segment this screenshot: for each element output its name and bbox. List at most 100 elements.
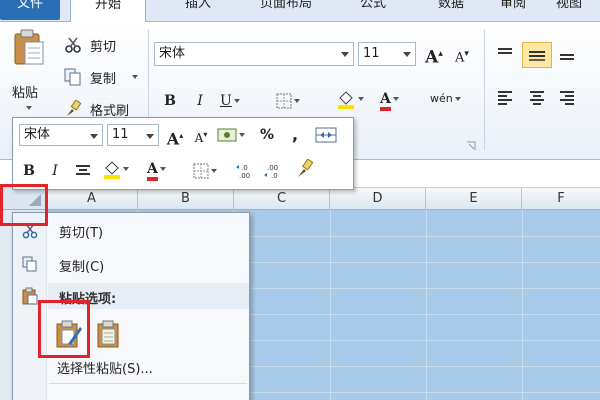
mini-font-size-combo[interactable]: 11 xyxy=(107,124,159,146)
fill-color-button[interactable] xyxy=(336,88,376,110)
chevron-down-icon xyxy=(123,167,129,171)
font-size-value: 11 xyxy=(363,46,380,61)
mini-font-color-label: A xyxy=(147,161,158,181)
paste-button[interactable]: 粘贴 xyxy=(8,28,48,118)
paste-option-values[interactable] xyxy=(93,317,125,351)
tab-review[interactable]: 审阅 xyxy=(490,0,536,20)
font-size-combo[interactable]: 11 xyxy=(358,42,416,66)
tab-page-layout[interactable]: 页面布局 xyxy=(250,0,322,20)
paint-bucket-icon xyxy=(104,161,120,179)
chevron-down-icon xyxy=(358,97,364,101)
caret-up-icon: ▴ xyxy=(179,130,184,140)
font-name-combo[interactable]: 宋体 xyxy=(154,42,354,66)
align-middle-icon xyxy=(529,51,545,61)
chevron-down-icon xyxy=(403,52,411,57)
mini-border-button[interactable] xyxy=(193,160,227,182)
tab-formulas[interactable]: 公式 xyxy=(350,0,396,20)
chevron-down-icon xyxy=(454,97,461,101)
align-middle-button[interactable] xyxy=(522,42,552,68)
chevron-down-icon xyxy=(239,133,245,137)
grow-font-button[interactable]: A▴ xyxy=(424,43,444,68)
font-dialog-launcher[interactable] xyxy=(466,140,478,152)
cut-button[interactable]: 剪切 xyxy=(64,34,144,56)
highlight-paste-option xyxy=(38,300,90,358)
italic-button[interactable]: I xyxy=(190,90,210,112)
paintbrush-icon xyxy=(67,100,82,116)
phonetic-label: wén xyxy=(430,92,453,105)
svg-text:.00: .00 xyxy=(239,172,250,180)
mini-bold-button[interactable]: B xyxy=(19,160,39,182)
svg-text:.0: .0 xyxy=(271,172,278,180)
align-right-button[interactable] xyxy=(558,90,580,110)
border-icon xyxy=(276,93,292,109)
decrease-decimal-icon: .00.0 xyxy=(264,164,278,180)
align-left-button[interactable] xyxy=(496,90,518,110)
mini-comma-button[interactable]: , xyxy=(285,124,305,146)
context-menu-paste-special-label: 选择性粘贴(S)... xyxy=(57,362,153,377)
column-header-e[interactable]: E xyxy=(426,188,522,210)
context-menu-copy[interactable]: 复制(C) xyxy=(13,251,249,279)
tab-file[interactable]: 文件 xyxy=(0,0,60,20)
border-button[interactable] xyxy=(276,90,316,112)
svg-text:.00: .00 xyxy=(267,164,278,172)
align-center-button[interactable] xyxy=(528,90,550,110)
align-bottom-button[interactable] xyxy=(558,46,580,66)
grid-line xyxy=(330,210,331,400)
phonetic-guide-button[interactable]: wén xyxy=(430,88,474,110)
mini-decrease-decimal-button[interactable]: .00.0 xyxy=(263,160,287,182)
tab-insert[interactable]: 插入 xyxy=(175,0,221,20)
chevron-down-icon xyxy=(132,75,138,79)
align-top-button[interactable] xyxy=(496,46,518,66)
paste-options-icon xyxy=(22,287,38,305)
mini-merge-button[interactable] xyxy=(315,124,337,146)
mini-fill-color-button[interactable] xyxy=(103,158,141,180)
increase-decimal-icon: .0.00 xyxy=(236,164,250,180)
underline-label: U xyxy=(220,93,232,109)
bold-button[interactable]: B xyxy=(160,90,180,112)
context-menu-cut-label: 剪切(T) xyxy=(59,226,104,241)
currency-icon xyxy=(217,128,237,142)
chevron-down-icon xyxy=(146,134,154,139)
mini-grow-font-button[interactable]: A▴ xyxy=(165,124,185,148)
chevron-down-icon xyxy=(294,99,300,103)
mini-toolbar: 宋体 11 A▴ A▾ % , B I A .0.00 .00.0 xyxy=(12,117,354,190)
cut-label: 剪切 xyxy=(90,40,117,55)
mini-font-name-combo[interactable]: 宋体 xyxy=(19,124,103,146)
svg-text:.0: .0 xyxy=(241,164,248,172)
tab-view[interactable]: 视图 xyxy=(546,0,592,20)
column-header-d[interactable]: D xyxy=(330,188,426,210)
mini-font-color-button[interactable]: A xyxy=(147,158,185,181)
mini-format-painter-button[interactable] xyxy=(295,158,315,180)
tab-data[interactable]: 数据 xyxy=(428,0,474,20)
align-bottom-icon xyxy=(560,54,574,60)
group-separator xyxy=(484,30,485,150)
mini-font-size-value: 11 xyxy=(112,127,129,142)
mini-shrink-font-button[interactable]: A▾ xyxy=(191,124,211,146)
mini-increase-decimal-button[interactable]: .0.00 xyxy=(235,160,259,182)
align-top-icon xyxy=(498,48,512,54)
mini-percent-button[interactable]: % xyxy=(257,124,277,146)
shrink-font-button[interactable]: A▾ xyxy=(452,43,472,65)
chevron-down-icon xyxy=(159,167,166,171)
column-header-b[interactable]: B xyxy=(138,188,234,210)
column-header-a[interactable]: A xyxy=(46,188,138,210)
paint-bucket-icon xyxy=(338,91,354,109)
tab-home[interactable]: 开始 xyxy=(70,0,146,23)
grow-font-label: A xyxy=(425,47,439,68)
font-name-value: 宋体 xyxy=(159,46,186,61)
column-header-c[interactable]: C xyxy=(234,188,330,210)
grid-line xyxy=(522,210,523,400)
underline-button[interactable]: U xyxy=(220,90,258,112)
mini-center-button[interactable] xyxy=(73,160,93,182)
mini-italic-button[interactable]: I xyxy=(45,160,65,182)
border-icon xyxy=(193,163,209,179)
column-header-f[interactable]: F xyxy=(522,188,600,210)
font-color-button[interactable]: A xyxy=(380,88,420,111)
copy-button[interactable]: 复制 xyxy=(64,66,144,88)
align-center-icon xyxy=(76,165,90,175)
context-menu-cut[interactable]: 剪切(T) xyxy=(13,217,249,245)
context-menu-divider xyxy=(49,383,247,384)
mini-accounting-format-button[interactable] xyxy=(217,124,251,146)
chevron-down-icon xyxy=(233,99,240,103)
chevron-down-icon xyxy=(90,134,98,139)
